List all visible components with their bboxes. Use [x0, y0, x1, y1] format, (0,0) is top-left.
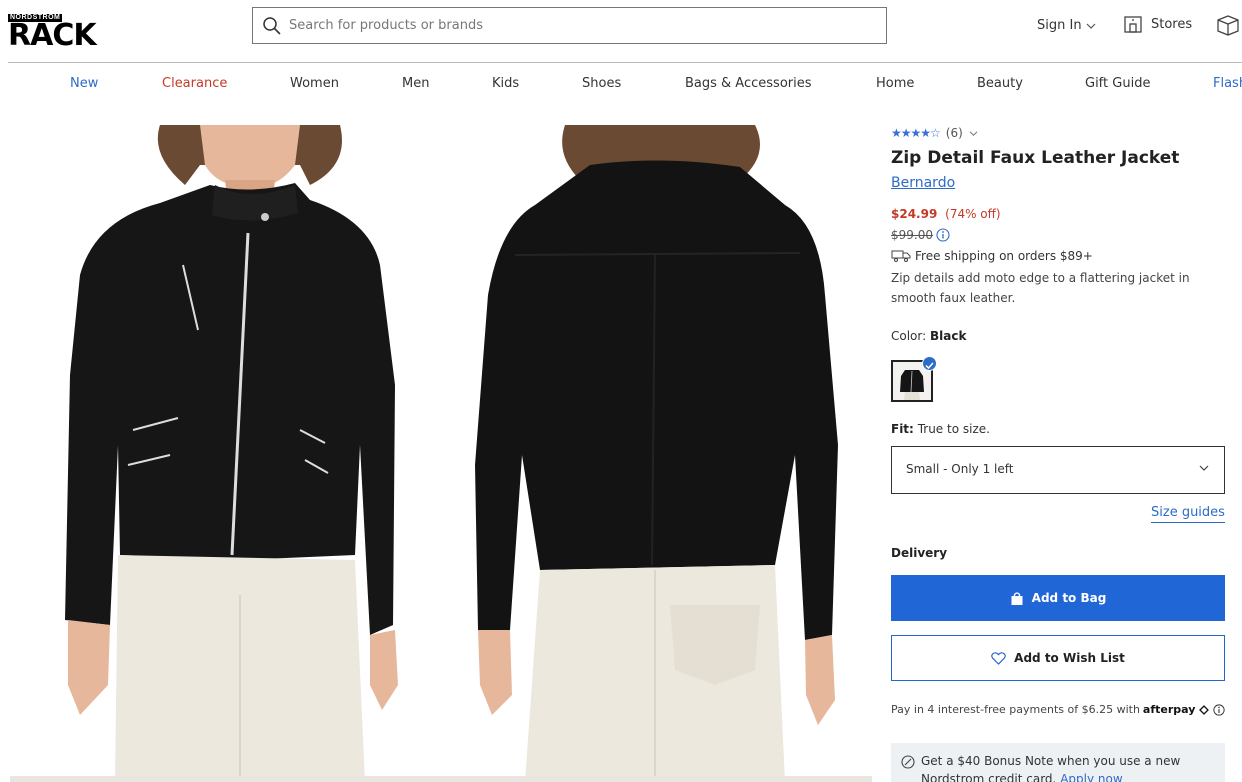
apply-now-link[interactable]: Apply now — [1060, 772, 1122, 782]
color-label-key: Color: — [891, 329, 927, 343]
bag-icon — [1011, 591, 1023, 605]
truck-icon — [891, 250, 911, 262]
product-image-back[interactable] — [440, 125, 872, 782]
logo-big-text: RACK — [8, 18, 97, 53]
nav-flash[interactable]: Flash — [1213, 76, 1242, 91]
size-selected-value: Small - Only 1 left — [906, 462, 1014, 476]
add-to-wishlist-button[interactable]: Add to Wish List — [891, 635, 1225, 681]
search-input[interactable] — [289, 8, 869, 43]
shipping-info: Free shipping on orders $89+ — [891, 249, 1093, 263]
fit-value: True to size. — [917, 422, 990, 436]
store-icon — [1124, 16, 1142, 33]
bonus-text: Get a $40 Bonus Note when you use a new … — [921, 754, 1181, 782]
chevron-down-icon — [1199, 465, 1209, 471]
nav-home[interactable]: Home — [876, 76, 914, 91]
add-to-bag-label: Add to Bag — [1031, 591, 1107, 605]
credit-card-promo: Get a $40 Bonus Note when you use a new … — [891, 743, 1225, 782]
delivery-label: Delivery — [891, 546, 948, 560]
nordstrom-rack-logo[interactable]: NORDSTROM RACK — [8, 4, 112, 51]
nav-beauty[interactable]: Beauty — [977, 76, 1023, 91]
shipping-text: Free shipping on orders $89+ — [915, 249, 1093, 263]
nav-shoes[interactable]: Shoes — [582, 76, 621, 91]
afterpay-text: Pay in 4 interest-free payments of $6.25… — [891, 703, 1140, 716]
color-value: Black — [930, 329, 967, 343]
info-icon[interactable] — [936, 228, 950, 242]
nav-men[interactable]: Men — [402, 76, 429, 91]
nav-gift-guide[interactable]: Gift Guide — [1085, 76, 1150, 91]
heart-icon — [991, 651, 1007, 665]
product-description: Zip details add moto edge to a flatterin… — [891, 271, 1190, 305]
add-to-bag-button[interactable]: Add to Bag — [891, 575, 1225, 621]
product-image-front[interactable] — [10, 125, 440, 782]
star-rating-icon: ★★★★☆ — [891, 126, 941, 140]
sign-in-label: Sign In — [1037, 18, 1082, 33]
site-header: NORDSTROM RACK Sign In Stores — [0, 0, 1242, 62]
nav-clearance[interactable]: Clearance — [162, 76, 227, 91]
rating-summary[interactable]: ★★★★☆ (6) — [891, 126, 978, 140]
stores-link[interactable]: Stores — [1123, 14, 1192, 34]
add-to-wishlist-label: Add to Wish List — [1014, 651, 1125, 665]
sale-price: $24.99 — [891, 207, 938, 221]
original-price-row: $99.00 — [891, 228, 950, 242]
chevron-down-icon — [1086, 23, 1095, 29]
thumbnail-strip — [10, 776, 872, 782]
color-label: Color: Black — [891, 329, 966, 343]
nav-women[interactable]: Women — [290, 76, 339, 91]
price-row: $24.99 (74% off) — [891, 207, 1001, 221]
header-divider — [8, 62, 1242, 63]
size-guides-link[interactable]: Size guides — [1151, 505, 1225, 523]
size-select[interactable]: Small - Only 1 left — [891, 446, 1225, 494]
search-icon — [263, 17, 281, 35]
original-price: $99.00 — [891, 228, 933, 242]
nav-new[interactable]: New — [70, 76, 98, 91]
discount-label: (74% off) — [945, 207, 1001, 221]
stores-label: Stores — [1151, 16, 1193, 32]
nav-kids[interactable]: Kids — [492, 76, 519, 91]
fit-label: Fit: — [891, 422, 914, 436]
search-bar[interactable] — [252, 7, 887, 44]
fit-info: Fit: True to size. — [891, 422, 990, 436]
credit-card-icon — [901, 755, 915, 769]
product-title: Zip Detail Faux Leather Jacket — [891, 148, 1180, 168]
box-icon[interactable] — [1216, 14, 1240, 36]
afterpay-message: Pay in 4 interest-free payments of $6.25… — [891, 703, 1226, 716]
chevron-down-icon — [969, 130, 978, 136]
afterpay-logo: afterpay — [1142, 703, 1196, 716]
main-nav: New Clearance Women Men Kids Shoes Bags … — [0, 70, 1242, 100]
review-count: (6) — [945, 126, 963, 140]
afterpay-arrows-icon — [1199, 704, 1210, 715]
selected-check-icon — [922, 356, 937, 371]
brand-link[interactable]: Bernardo — [891, 175, 955, 191]
nav-bags-accessories[interactable]: Bags & Accessories — [685, 76, 812, 91]
sign-in-menu[interactable]: Sign In — [1037, 18, 1096, 33]
info-icon[interactable] — [1213, 703, 1226, 716]
